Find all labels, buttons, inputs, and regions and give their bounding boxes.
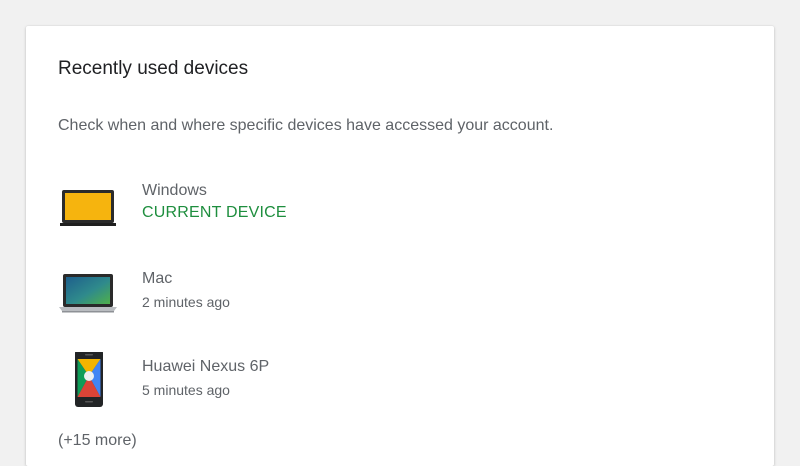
macbook-icon [56, 264, 120, 334]
recent-devices-card: Recently used devices Check when and whe… [26, 26, 774, 466]
device-name: Windows [142, 182, 207, 199]
device-item-nexus[interactable]: Huawei Nexus 6P 5 minutes ago [56, 350, 656, 422]
device-name: Huawei Nexus 6P [142, 358, 270, 375]
last-active-time: 5 minutes ago [142, 382, 230, 398]
more-devices-link[interactable]: (+15 more) [58, 432, 137, 450]
section-title: Recently used devices [58, 58, 249, 79]
device-name: Mac [142, 270, 173, 287]
android-phone-icon [56, 350, 120, 422]
current-device-badge: CURRENT DEVICE [142, 204, 287, 221]
last-active-time: 2 minutes ago [142, 294, 230, 310]
device-item-windows[interactable]: Windows CURRENT DEVICE [56, 176, 656, 246]
section-description: Check when and where specific devices ha… [58, 117, 554, 134]
windows-laptop-icon [56, 176, 120, 246]
device-item-mac[interactable]: Mac 2 minutes ago [56, 264, 656, 334]
